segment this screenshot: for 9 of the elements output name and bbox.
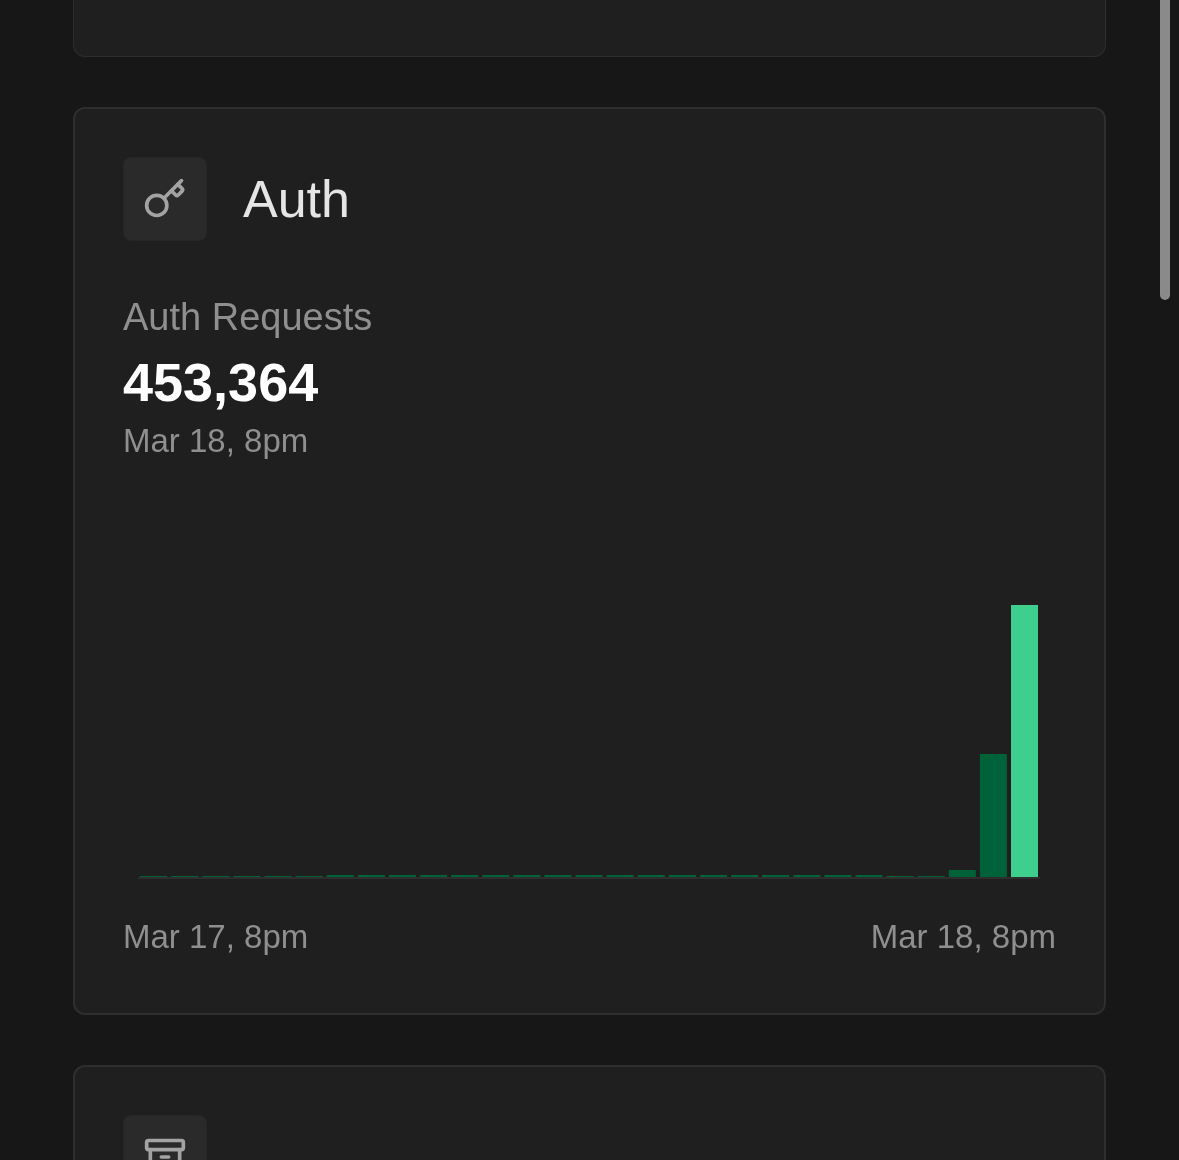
- scrollbar[interactable]: [1160, 0, 1170, 300]
- axis-start-label: Mar 17, 8pm: [123, 917, 309, 957]
- metric-value: 453,364: [123, 351, 320, 413]
- metric-label: Auth Requests: [123, 295, 374, 340]
- bar: [948, 870, 976, 877]
- key-icon: [123, 157, 207, 241]
- metric-time: Mar 18, 8pm: [123, 421, 310, 461]
- card-title: Auth: [243, 169, 350, 230]
- axis-end-label: Mar 18, 8pm: [870, 917, 1056, 957]
